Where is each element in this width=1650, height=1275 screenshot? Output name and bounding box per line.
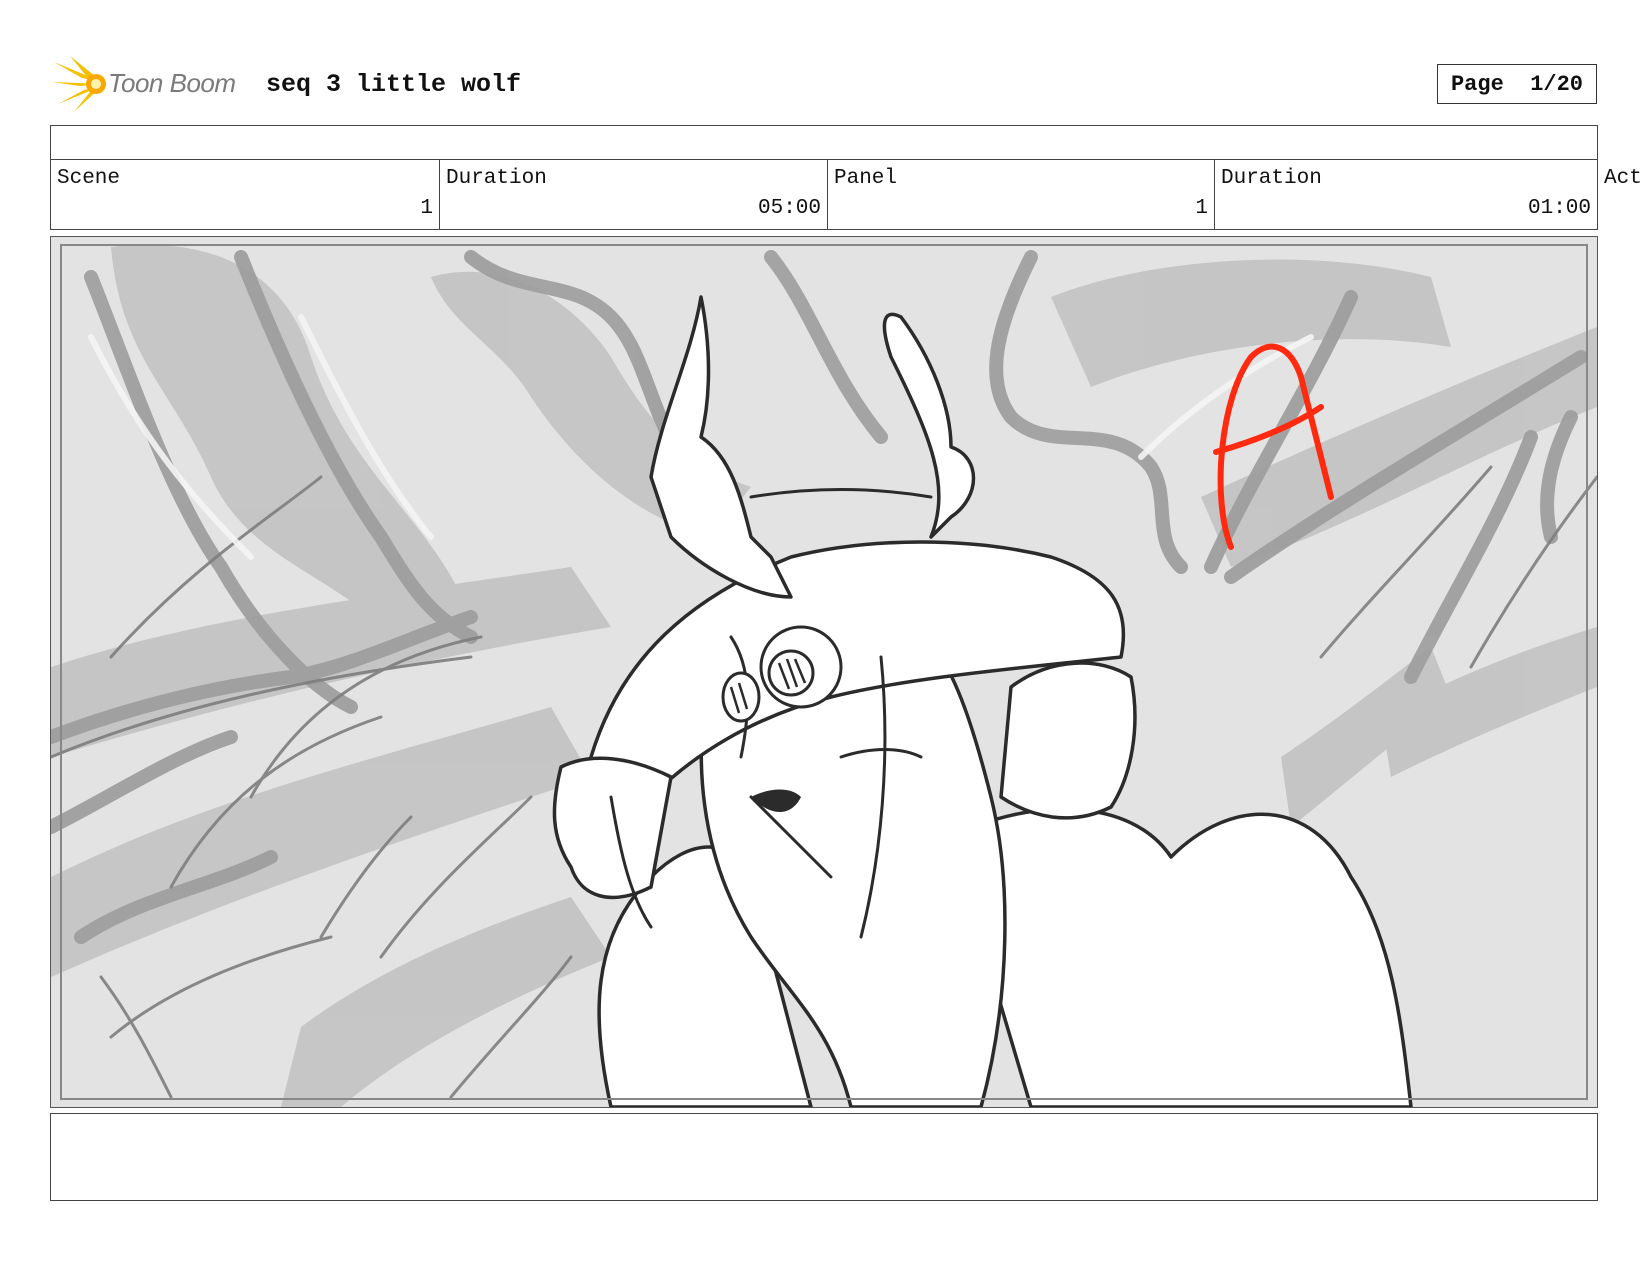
scene-duration-cell: Duration 05:00 — [439, 159, 827, 229]
panel-duration-label: Duration — [1221, 167, 1322, 190]
notes-box — [50, 1113, 1598, 1201]
scene-duration-value: 05:00 — [757, 197, 821, 220]
panel-value: 1 — [1195, 197, 1208, 220]
panel-cell: Panel 1 — [827, 159, 1214, 229]
storyboard-panel: A — [50, 236, 1598, 1108]
panel-sketch-image: A — [51, 237, 1597, 1107]
logo-wordmark: Toon Boom — [108, 68, 236, 98]
scene-label: Scene — [57, 167, 121, 190]
scene-duration-label: Duration — [446, 167, 547, 190]
panel-label: Panel — [834, 167, 898, 190]
info-row: Scene 1 Duration 05:00 Panel 1 Duration … — [50, 159, 1598, 230]
page-indicator: Page 1/20 — [1437, 64, 1597, 104]
panel-duration-value: 01:00 — [1527, 197, 1591, 220]
scene-value: 1 — [420, 197, 433, 220]
header-strip — [50, 125, 1598, 160]
panel-duration-cell: Duration 01:00 — [1214, 159, 1597, 229]
scene-cell: Scene 1 — [51, 159, 439, 229]
action-label: Act — [1604, 167, 1642, 190]
project-title: seq 3 little wolf — [266, 70, 522, 99]
